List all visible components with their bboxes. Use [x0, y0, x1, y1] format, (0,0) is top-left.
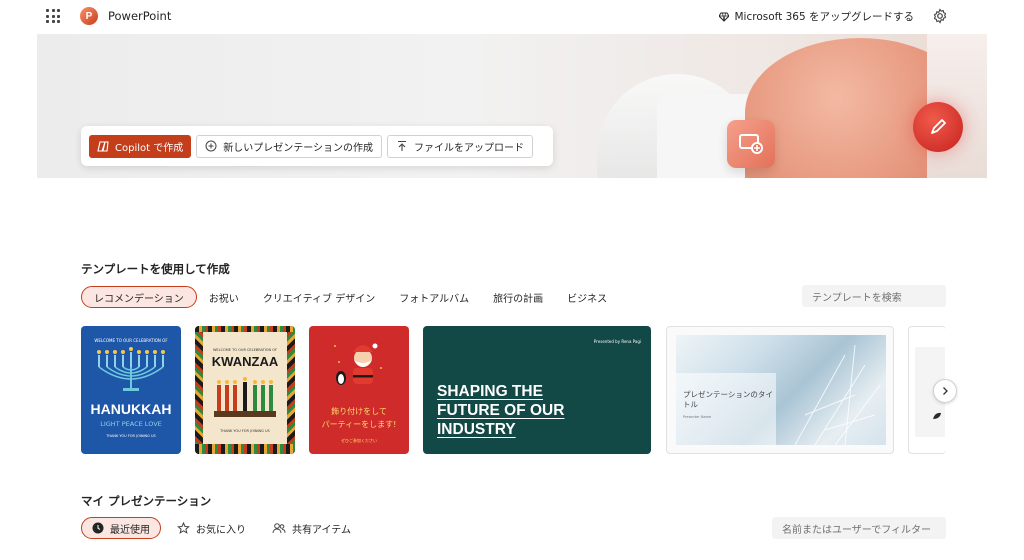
tab-travel-plan[interactable]: 旅行の計画 [481, 286, 555, 308]
plus-circle-icon [205, 140, 217, 152]
kwanzaa-border-top [195, 326, 295, 332]
settings-gear-icon[interactable] [932, 8, 948, 24]
app-launcher-icon[interactable] [46, 9, 60, 23]
tab-shared[interactable]: 共有アイテム [262, 517, 361, 539]
hero-banner: Copilot で作成 新しいプレゼンテーションの作成 ファイルをアップロード [37, 34, 987, 178]
kwanzaa-border-right [287, 326, 295, 454]
new-presentation-button[interactable]: 新しいプレゼンテーションの作成 [196, 134, 383, 158]
christmas-line2: パーティーをします! [321, 420, 397, 429]
hanukkah-foot: THANK YOU FOR JOINING US [106, 434, 156, 438]
presentation-filter-input[interactable]: 名前またはユーザーでフィルター [772, 517, 946, 539]
template-card-hanukkah[interactable]: WELCOME TO OUR CELEBRATION OF HANUKKAH L… [81, 326, 181, 454]
create-actions-bar: Copilot で作成 新しいプレゼンテーションの作成 ファイルをアップロード [81, 126, 553, 166]
new-presentation-label: 新しいプレゼンテーションの作成 [223, 142, 374, 154]
menorah-icon [97, 347, 165, 391]
upload-arrow-icon [398, 140, 407, 151]
my-presentations-heading: マイ プレゼンテーション [81, 494, 212, 508]
photo-card-subtitle: Presenter Name [683, 415, 712, 419]
template-card-kwanzaa[interactable]: WELCOME TO OUR CELEBRATION OF KWANZAA TH… [195, 326, 295, 454]
tab-recommendation[interactable]: レコメンデーション [81, 286, 197, 308]
template-search-input[interactable]: テンプレートを検索 [802, 285, 946, 307]
frost-branches-icon [794, 344, 881, 445]
shaping-presented-by: Presented by Rena Pagi [593, 339, 641, 344]
tab-photo-album[interactable]: フォトアルバム [387, 286, 481, 308]
christmas-line1: 飾り付けをして [331, 407, 387, 416]
new-slide-decor-icon [727, 120, 775, 168]
star-icon [177, 522, 190, 534]
powerpoint-logo-icon: P [80, 7, 98, 25]
tab-creative-design[interactable]: クリエイティブ デザイン [251, 286, 387, 308]
kinara-candles-icon [214, 377, 276, 417]
copilot-create-label: Copilot で作成 [115, 142, 184, 154]
upload-file-label: ファイルをアップロード [414, 142, 525, 154]
leaf-icon [933, 412, 941, 419]
tab-recent[interactable]: 最近使用 [81, 517, 161, 539]
diamond-icon [718, 12, 729, 22]
template-category-tabs: レコメンデーション お祝い クリエイティブ デザイン フォトアルバム 旅行の計画… [81, 286, 619, 308]
upgrade-link[interactable]: Microsoft 365 をアップグレードする [718, 9, 915, 24]
tab-celebration[interactable]: お祝い [197, 286, 251, 308]
copilot-create-button[interactable]: Copilot で作成 [89, 134, 192, 158]
kwanzaa-border-left [195, 326, 203, 454]
copilot-icon [97, 140, 109, 152]
photo-card-title: プレゼンテーションのタイトル [683, 390, 773, 409]
kwanzaa-top-text: WELCOME TO OUR CELEBRATION OF [212, 348, 278, 352]
app-name[interactable]: PowerPoint [108, 9, 171, 23]
clock-icon [92, 522, 104, 534]
hanukkah-title: HANUKKAH [90, 401, 172, 417]
tab-business[interactable]: ビジネス [555, 286, 619, 308]
tab-recent-label: 最近使用 [110, 524, 150, 536]
pen-decor-icon [913, 102, 963, 152]
templates-heading: テンプレートを使用して作成 [81, 262, 230, 276]
template-card-shaping-future[interactable]: Presented by Rena Pagi SHAPING THE FUTUR… [423, 326, 651, 454]
shaping-title: SHAPING THE FUTURE OF OUR INDUSTRY [437, 383, 565, 438]
carousel-next-button[interactable] [933, 379, 957, 403]
kwanzaa-border-bottom [195, 444, 295, 454]
chevron-right-icon [943, 387, 948, 395]
kwanzaa-title: KWANZAA [211, 354, 279, 369]
top-bar: P PowerPoint Microsoft 365 をアップグレードする [0, 0, 1024, 32]
christmas-foot: ぜひご参加ください [341, 438, 377, 443]
upgrade-label: Microsoft 365 をアップグレードする [734, 11, 915, 23]
people-icon [272, 523, 286, 534]
tab-shared-label: 共有アイテム [292, 524, 351, 536]
hanukkah-subtitle: LIGHT PEACE LOVE [100, 420, 162, 428]
hanukkah-top-text: WELCOME TO OUR CELEBRATION OF [94, 338, 168, 343]
template-card-christmas[interactable]: 飾り付けをして パーティーをします! ぜひご参加ください [309, 326, 409, 454]
upload-file-button[interactable]: ファイルをアップロード [387, 134, 534, 158]
kwanzaa-foot: THANK YOU FOR JOINING US [220, 429, 270, 433]
tab-favorites-label: お気に入り [196, 524, 246, 536]
presentation-filter-tabs: 最近使用 お気に入り 共有アイテム [81, 517, 361, 539]
tab-favorites[interactable]: お気に入り [167, 517, 256, 539]
santa-illustration-icon [334, 343, 382, 385]
template-card-photo-title[interactable]: プレゼンテーションのタイトル Presenter Name [666, 326, 894, 454]
